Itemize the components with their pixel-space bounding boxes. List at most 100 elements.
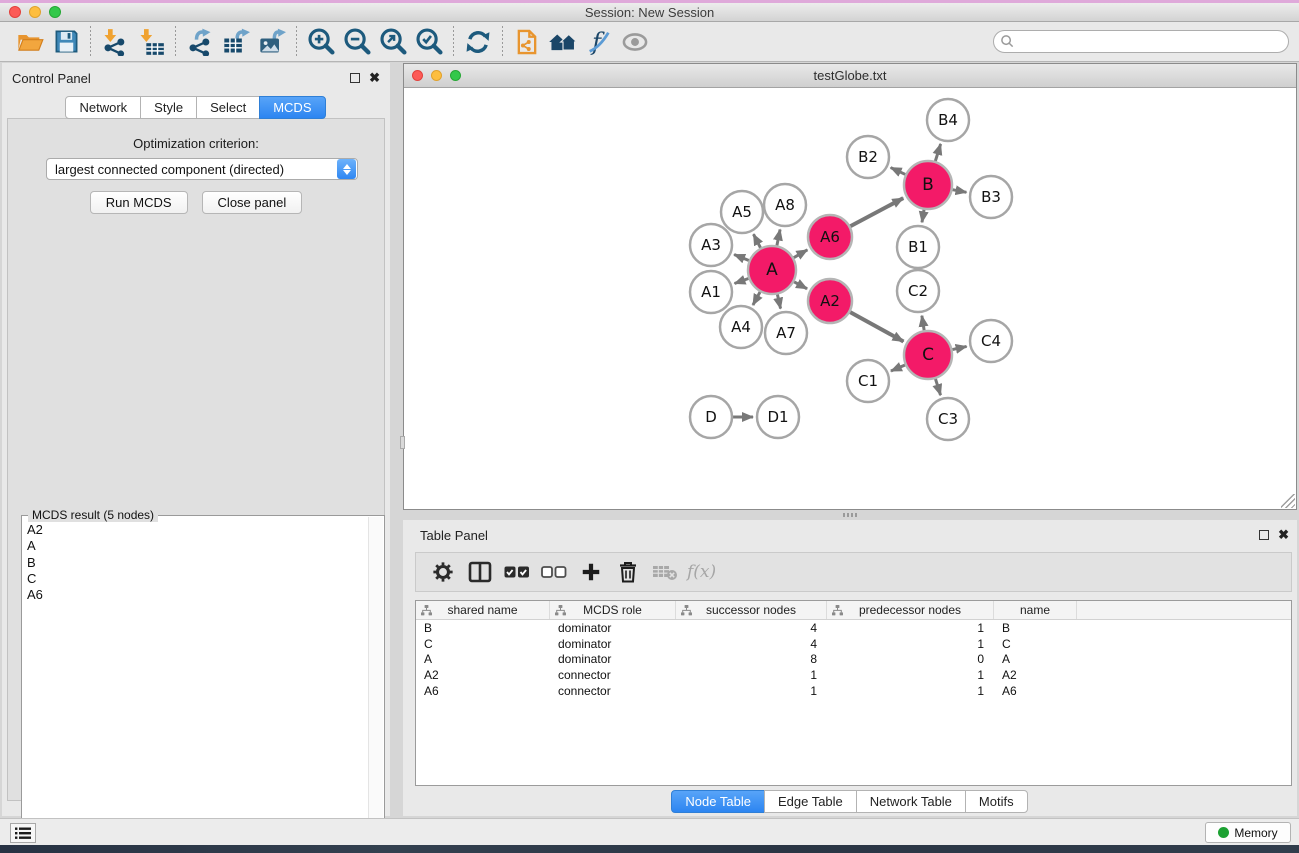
table-row[interactable]: A2connector11A2 (416, 667, 1291, 683)
network-canvas[interactable]: B4B2BB3A5A8A6A3B1AA1C2A2A4A7C4CC1C3DD1 (404, 88, 1296, 509)
result-scrollbar[interactable] (368, 517, 383, 853)
mcds-result-item[interactable]: A6 (24, 587, 367, 603)
network-window-titlebar[interactable]: testGlobe.txt (404, 64, 1296, 88)
tab-network[interactable]: Network (65, 96, 141, 119)
cell-shared-name[interactable]: A2 (416, 668, 550, 682)
edge-A-A4[interactable] (753, 292, 760, 305)
zoom-out-button[interactable] (339, 25, 375, 59)
network-from-selection-button[interactable] (509, 25, 545, 59)
hide-graphics-details-button[interactable]: f (581, 25, 617, 59)
panel-divider-grip[interactable] (400, 436, 405, 449)
column-header-predecessor-nodes[interactable]: predecessor nodes (827, 601, 994, 619)
zoom-in-button[interactable] (303, 25, 339, 59)
edge-B-B1[interactable] (922, 210, 924, 223)
close-table-panel-icon[interactable]: ✖ (1278, 530, 1289, 540)
edge-C-C2[interactable] (922, 316, 924, 331)
task-history-button[interactable] (10, 823, 36, 843)
search-field[interactable] (993, 30, 1289, 53)
column-header-shared-name[interactable]: shared name (416, 601, 550, 619)
cell-predecessor-nodes[interactable]: 1 (827, 621, 994, 635)
show-annotations-button[interactable] (617, 25, 653, 59)
memory-button[interactable]: Memory (1205, 822, 1291, 843)
run-mcds-button[interactable]: Run MCDS (90, 191, 188, 214)
edge-C-C4[interactable] (952, 346, 966, 349)
zoom-selected-button[interactable] (411, 25, 447, 59)
edge-A-A2[interactable] (794, 282, 807, 289)
cell-successor-nodes[interactable]: 8 (676, 652, 827, 666)
float-panel-icon[interactable] (350, 73, 360, 83)
export-network-button[interactable] (182, 25, 218, 59)
edge-A-A3[interactable] (734, 254, 749, 260)
open-file-button[interactable] (12, 25, 48, 59)
cell-mcds-role[interactable]: dominator (550, 621, 676, 635)
horizontal-divider-grip[interactable] (843, 513, 857, 517)
mcds-result-item[interactable]: C (24, 571, 367, 587)
cell-name[interactable]: A (994, 652, 1077, 666)
criterion-dropdown[interactable]: largest connected component (directed) (46, 158, 358, 180)
cell-mcds-role[interactable]: connector (550, 668, 676, 682)
edge-C-C1[interactable] (891, 365, 905, 371)
show-column-panel-button[interactable] (461, 555, 498, 589)
cell-name[interactable]: B (994, 621, 1077, 635)
table-row[interactable]: Bdominator41B (416, 620, 1291, 636)
table-row[interactable]: Cdominator41C (416, 636, 1291, 652)
tab-style[interactable]: Style (140, 96, 197, 119)
mcds-result-item[interactable]: B (24, 555, 367, 571)
import-network-button[interactable] (97, 25, 133, 59)
table-row[interactable]: A6connector11A6 (416, 683, 1291, 699)
cell-predecessor-nodes[interactable]: 1 (827, 637, 994, 651)
mcds-result-item[interactable]: A (24, 538, 367, 554)
cell-mcds-role[interactable]: dominator (550, 652, 676, 666)
destroy-table-button[interactable] (646, 555, 683, 589)
edge-B-B2[interactable] (891, 168, 906, 175)
delete-row-button[interactable] (609, 555, 646, 589)
edge-A-A7[interactable] (777, 294, 780, 308)
cell-predecessor-nodes[interactable]: 1 (827, 684, 994, 698)
edge-B-B3[interactable] (953, 190, 967, 193)
mcds-result-list[interactable]: A2ABCA6 (24, 522, 367, 852)
select-all-button[interactable] (498, 555, 535, 589)
column-header-name[interactable]: name (994, 601, 1077, 619)
close-panel-button[interactable]: Close panel (202, 191, 303, 214)
import-table-button[interactable] (133, 25, 169, 59)
tab-node-table[interactable]: Node Table (671, 790, 765, 813)
cell-name[interactable]: C (994, 637, 1077, 651)
node-table[interactable]: shared nameMCDS rolesuccessor nodesprede… (415, 600, 1292, 786)
table-row[interactable]: Adominator80A (416, 652, 1291, 668)
home-button[interactable] (545, 25, 581, 59)
column-header-successor-nodes[interactable]: successor nodes (676, 601, 827, 619)
deselect-all-button[interactable] (535, 555, 572, 589)
search-input[interactable] (1015, 33, 1288, 51)
export-image-button[interactable] (254, 25, 290, 59)
edge-A6-B[interactable] (850, 198, 903, 226)
tab-motifs[interactable]: Motifs (965, 790, 1028, 813)
edge-C-C3[interactable] (935, 379, 940, 395)
cell-shared-name[interactable]: B (416, 621, 550, 635)
window-resize-grip[interactable] (1281, 494, 1295, 508)
edge-A-A5[interactable] (753, 234, 760, 248)
cell-shared-name[interactable]: A (416, 652, 550, 666)
cell-shared-name[interactable]: A6 (416, 684, 550, 698)
cell-predecessor-nodes[interactable]: 0 (827, 652, 994, 666)
float-table-panel-icon[interactable] (1259, 530, 1269, 540)
cell-name[interactable]: A6 (994, 684, 1077, 698)
add-row-button[interactable] (572, 555, 609, 589)
cell-shared-name[interactable]: C (416, 637, 550, 651)
close-panel-icon[interactable]: ✖ (369, 73, 380, 83)
column-header-mcds-role[interactable]: MCDS role (550, 601, 676, 619)
cell-successor-nodes[interactable]: 1 (676, 684, 827, 698)
cell-name[interactable]: A2 (994, 668, 1077, 682)
tab-network-table[interactable]: Network Table (856, 790, 966, 813)
cell-mcds-role[interactable]: connector (550, 684, 676, 698)
zoom-fit-button[interactable] (375, 25, 411, 59)
refresh-button[interactable] (460, 25, 496, 59)
function-builder-button[interactable]: f(x) (683, 555, 716, 589)
cell-successor-nodes[interactable]: 4 (676, 637, 827, 651)
tab-mcds[interactable]: MCDS (259, 96, 325, 119)
cell-successor-nodes[interactable]: 1 (676, 668, 827, 682)
cell-successor-nodes[interactable]: 4 (676, 621, 827, 635)
edge-A-A1[interactable] (735, 278, 749, 283)
edge-A-A6[interactable] (794, 250, 808, 258)
cell-mcds-role[interactable]: dominator (550, 637, 676, 651)
tab-select[interactable]: Select (196, 96, 260, 119)
